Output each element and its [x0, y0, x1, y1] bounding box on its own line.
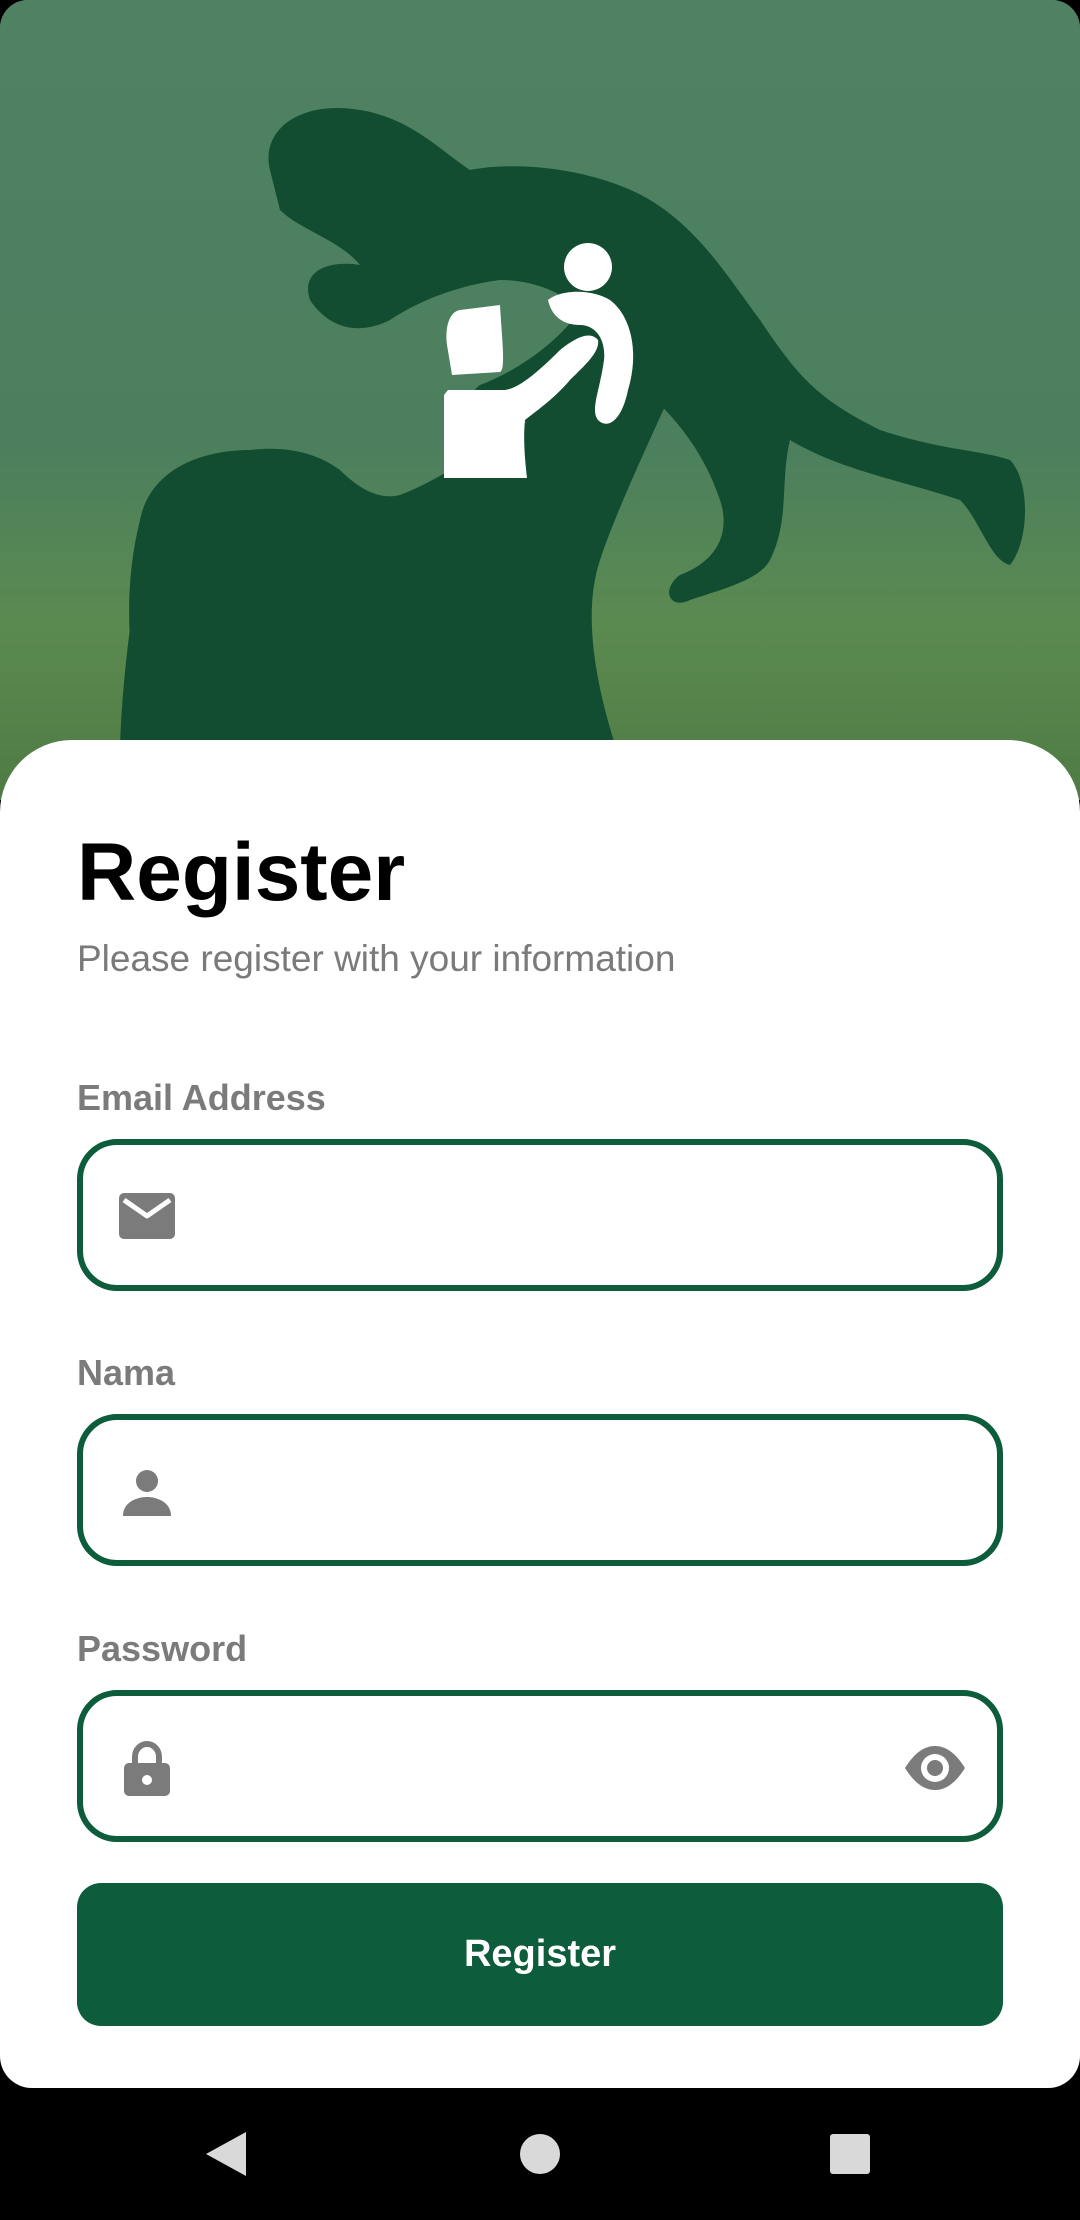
- email-input[interactable]: [203, 1145, 867, 1287]
- system-navigation-bar: [0, 2088, 1080, 2220]
- home-circle-icon: [520, 2134, 560, 2174]
- email-label: Email Address: [77, 1077, 326, 1118]
- password-field[interactable]: [77, 1690, 1003, 1842]
- password-label: Password: [77, 1628, 248, 1669]
- register-card: Register Please register with your infor…: [0, 740, 1080, 2088]
- name-field[interactable]: [77, 1414, 1003, 1566]
- password-input[interactable]: [203, 1696, 867, 1838]
- back-button[interactable]: [184, 2112, 268, 2196]
- name-input[interactable]: [203, 1420, 867, 1562]
- hero-banner: [0, 0, 1080, 800]
- name-label: Nama: [77, 1352, 176, 1393]
- back-triangle-icon: [206, 2132, 246, 2176]
- eye-icon[interactable]: [903, 1736, 967, 1800]
- home-button[interactable]: [498, 2112, 582, 2196]
- hero-photo-silhouette: [0, 0, 1080, 800]
- page-subtitle: Please register with your information: [77, 938, 676, 979]
- recents-button[interactable]: [808, 2112, 892, 2196]
- register-button[interactable]: Register: [77, 1883, 1003, 2026]
- email-field[interactable]: [77, 1139, 1003, 1291]
- person-icon: [123, 1470, 171, 1516]
- page-title: Register: [77, 827, 406, 918]
- lock-icon: [124, 1740, 170, 1796]
- recents-square-icon: [830, 2134, 870, 2174]
- mail-icon: [119, 1193, 175, 1239]
